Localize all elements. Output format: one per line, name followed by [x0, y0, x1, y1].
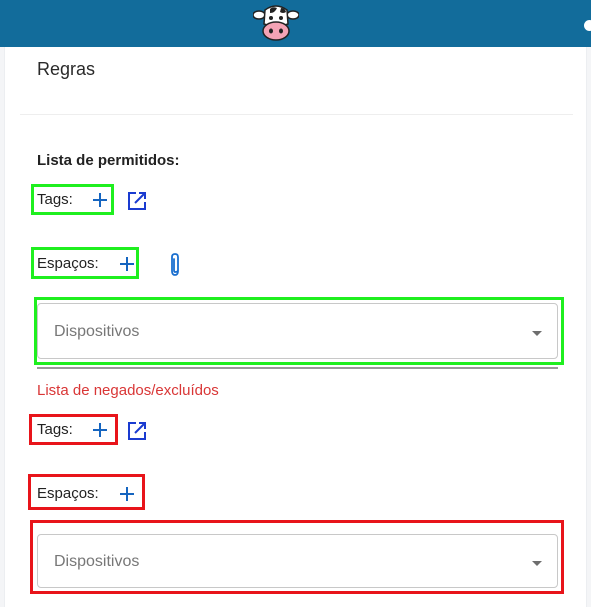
- deny-tags-open-in-new-icon[interactable]: [126, 420, 148, 442]
- allow-spaces-paperclip-icon[interactable]: [165, 252, 185, 278]
- allow-devices-select[interactable]: Dispositivos: [37, 303, 558, 359]
- deny-spaces-label: Espaços:: [37, 485, 99, 502]
- allow-devices-underline: [37, 367, 558, 369]
- allow-spaces-add-plus-icon[interactable]: [118, 255, 136, 273]
- cow-logo-icon[interactable]: [253, 4, 299, 42]
- allow-tags-label: Tags:: [37, 191, 73, 208]
- top-bar-indicator: [584, 20, 591, 31]
- divider: [20, 114, 573, 115]
- deny-spaces-add-plus-icon[interactable]: [118, 485, 136, 503]
- allow-devices-placeholder: Dispositivos: [54, 323, 140, 340]
- allow-tags-open-in-new-icon[interactable]: [126, 190, 148, 212]
- deny-devices-placeholder: Dispositivos: [54, 553, 140, 570]
- allow-devices-caret-down-icon: [532, 331, 542, 336]
- allow-spaces-label: Espaços:: [37, 255, 99, 272]
- top-app-bar: [0, 0, 591, 47]
- deny-tags-add-plus-icon[interactable]: [91, 421, 109, 439]
- deny-tags-label: Tags:: [37, 421, 73, 438]
- allow-list-label: Lista de permitidos:: [37, 152, 180, 169]
- card-title: Regras: [37, 59, 96, 79]
- deny-devices-select[interactable]: Dispositivos: [37, 534, 558, 588]
- deny-devices-caret-down-icon: [532, 561, 542, 566]
- allow-tags-add-plus-icon[interactable]: [91, 191, 109, 209]
- deny-list-label: Lista de negados/excluídos: [37, 382, 219, 399]
